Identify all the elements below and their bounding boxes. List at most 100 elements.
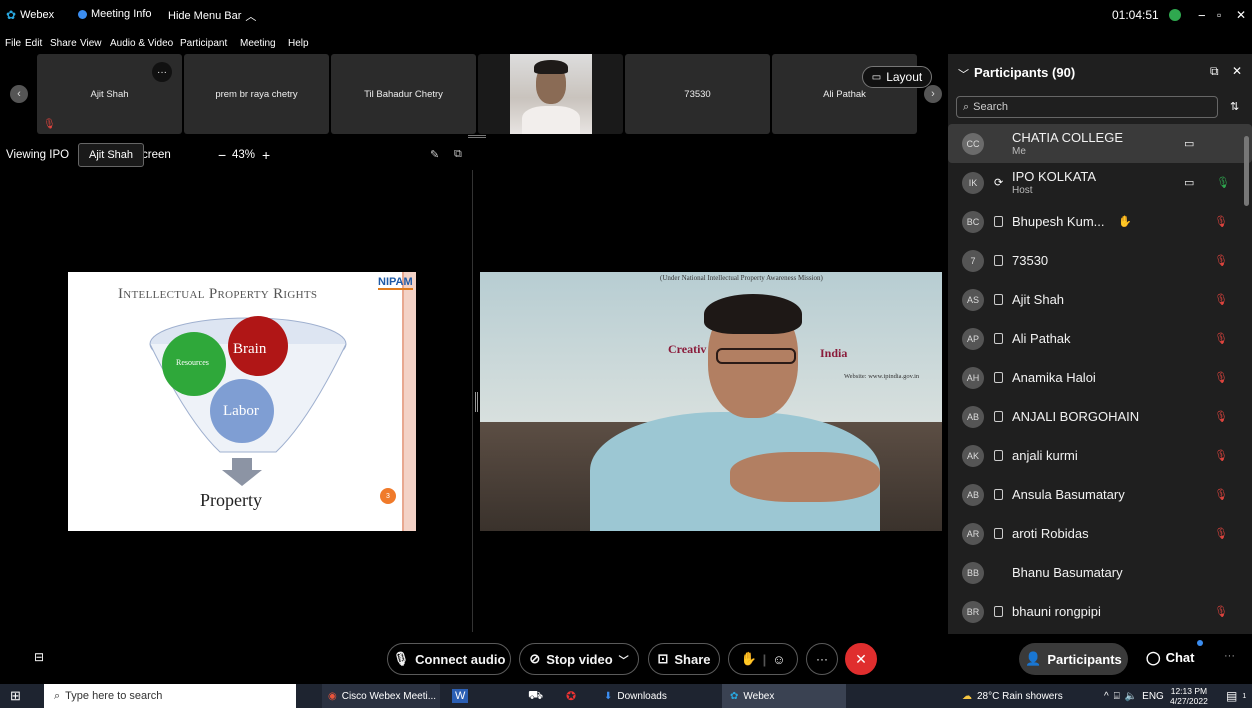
- chat-button[interactable]: ◯ Chat: [1146, 650, 1194, 666]
- meeting-info-button[interactable]: Meeting Info: [78, 8, 152, 20]
- participant-row[interactable]: BR bhauni rongpipi 🎙: [948, 592, 1252, 631]
- windows-taskbar: ⊞ ⌕ Type here to search ◉ Cisco Webex Me…: [0, 684, 1252, 708]
- device-icon: [994, 606, 1003, 617]
- connect-audio-button[interactable]: 🎙 Connect audio: [387, 643, 511, 675]
- reactions-icon[interactable]: ☺: [772, 652, 785, 667]
- app-icon[interactable]: ⛟: [528, 684, 543, 708]
- participant-thumbnail[interactable]: Til Bahadur Chetry: [331, 54, 476, 134]
- video-banner-website: Website: www.ipindia.gov.in: [844, 373, 920, 380]
- participant-thumbnail[interactable]: 73530: [625, 54, 770, 134]
- viewing-label: Viewing IPO: [6, 149, 70, 161]
- more-options-button[interactable]: ···: [806, 643, 838, 675]
- popout-icon[interactable]: ⧉: [454, 148, 462, 161]
- participant-thumbnail[interactable]: Ajit Shah ··· 🎙: [37, 54, 182, 134]
- menu-file[interactable]: File: [5, 38, 21, 49]
- active-speaker-video[interactable]: (Under National Intellectual Property Aw…: [480, 272, 942, 531]
- meeting-clock: 01:04:51: [1112, 8, 1181, 22]
- taskbar-webex-meeting[interactable]: ◉ Cisco Webex Meeti...: [322, 684, 440, 708]
- menu-share[interactable]: Share: [50, 38, 77, 49]
- participant-row[interactable]: AK anjali kurmi 🎙: [948, 436, 1252, 475]
- menu-participant[interactable]: Participant: [180, 38, 227, 49]
- panel-scrollbar[interactable]: [1244, 136, 1249, 206]
- participant-row[interactable]: 7 73530 🎙: [948, 241, 1252, 280]
- menu-audio-video[interactable]: Audio & Video: [110, 38, 173, 49]
- captions-icon[interactable]: ⊟: [34, 650, 44, 664]
- zoom-out-button[interactable]: −: [218, 147, 226, 163]
- minimize-button[interactable]: −: [1198, 8, 1206, 23]
- layout-icon: ▭: [871, 71, 882, 83]
- taskbar-webex[interactable]: ✿ Webex: [722, 684, 846, 708]
- nipam-logo: NIPAM: [378, 276, 413, 290]
- sort-icon[interactable]: ⇅: [1230, 100, 1239, 113]
- video-speaker-hands: [730, 452, 880, 502]
- share-button[interactable]: ⊡ Share: [648, 643, 720, 675]
- menu-meeting[interactable]: Meeting: [240, 38, 276, 49]
- reactions-group: ✋ | ☺: [728, 643, 798, 675]
- hide-menu-bar-button[interactable]: Hide Menu Bar ︿: [168, 8, 256, 24]
- taskbar-clock[interactable]: 12:13 PM 4/27/2022: [1170, 684, 1208, 708]
- chevron-down-icon[interactable]: ﹀: [619, 652, 629, 667]
- scroll-left-button[interactable]: ‹: [10, 85, 28, 103]
- participant-row[interactable]: AB ANJALI BORGOHAIN 🎙: [948, 397, 1252, 436]
- weather-widget[interactable]: ☁ 28°C Rain showers: [962, 684, 1063, 708]
- menu-bar: File Edit Share View Audio & Video Parti…: [0, 36, 950, 52]
- info-icon: [78, 9, 87, 19]
- active-mic-icon: 🎙: [1216, 177, 1230, 189]
- participant-thumbnail[interactable]: prem br raya chetry: [184, 54, 329, 134]
- end-meeting-button[interactable]: ✕: [845, 643, 877, 675]
- panel-close-icon[interactable]: ✕: [1232, 64, 1242, 78]
- restore-button[interactable]: ▫: [1217, 8, 1221, 22]
- close-window-button[interactable]: ✕: [1236, 8, 1246, 22]
- participant-row[interactable]: AB Ansula Basumatary 🎙: [948, 475, 1252, 514]
- device-icon: [994, 255, 1003, 266]
- annotate-icon[interactable]: ✎: [430, 148, 439, 161]
- zoom-in-button[interactable]: +: [262, 147, 270, 163]
- participant-row[interactable]: AH Anamika Haloi 🎙: [948, 358, 1252, 397]
- participant-row[interactable]: AR aroti Robidas 🎙: [948, 514, 1252, 553]
- notification-icon: ▤: [1226, 689, 1238, 703]
- participant-row[interactable]: AP Ali Pathak 🎙: [948, 319, 1252, 358]
- chat-unread-dot: [1197, 640, 1203, 646]
- panel-collapse-icon[interactable]: ﹀: [958, 66, 969, 82]
- participant-row[interactable]: BB Bhanu Basumatary: [948, 553, 1252, 592]
- participant-row[interactable]: BC Bhupesh Kum... ✋ 🎙: [948, 202, 1252, 241]
- participants-button[interactable]: 👤 Participants: [1019, 643, 1128, 675]
- raise-hand-icon[interactable]: ✋: [740, 651, 756, 667]
- video-off-icon: ⊘: [529, 651, 541, 666]
- participant-row[interactable]: IK ⟳ IPO KOLKATA Host ▭ 🎙: [948, 163, 1252, 202]
- windows-start-icon[interactable]: ⊞: [10, 684, 21, 708]
- word-icon[interactable]: W: [452, 684, 469, 708]
- scroll-right-button[interactable]: ›: [924, 85, 942, 103]
- taskbar-search-input[interactable]: ⌕ Type here to search: [44, 684, 296, 708]
- resize-handle[interactable]: [468, 135, 486, 138]
- app-icon[interactable]: ✪: [566, 684, 576, 708]
- slide-number-badge: 3: [380, 488, 396, 504]
- taskbar-downloads[interactable]: ⬇ Downloads: [604, 684, 667, 708]
- more-options-icon[interactable]: ···: [152, 62, 172, 82]
- stop-video-button[interactable]: ⊘ Stop video ﹀: [519, 643, 639, 675]
- shared-slide: Intellectual Property Rights NIPAM Brain…: [68, 272, 416, 531]
- split-handle[interactable]: [475, 392, 478, 412]
- muted-mic-icon: 🎙: [1214, 372, 1228, 384]
- tray-icons[interactable]: ^ ⌸ 🔈 ENG: [1104, 684, 1164, 708]
- network-icon: ⌸: [1113, 690, 1120, 702]
- menu-view[interactable]: View: [80, 38, 102, 49]
- menu-edit[interactable]: Edit: [25, 38, 42, 49]
- notification-center-icon[interactable]: ▤ 1: [1226, 684, 1246, 708]
- participant-row[interactable]: AS Ajit Shah 🎙: [948, 280, 1252, 319]
- participant-row[interactable]: CC CHATIA COLLEGE Me ▭: [948, 124, 1252, 163]
- menu-help[interactable]: Help: [288, 38, 309, 49]
- video-banner-text: (Under National Intellectual Property Aw…: [660, 274, 823, 282]
- participant-search-input[interactable]: ⌕ Search: [956, 96, 1218, 118]
- overflow-menu-button[interactable]: ···: [1224, 650, 1235, 662]
- device-icon: [994, 528, 1003, 539]
- panel-popout-icon[interactable]: ⧉: [1210, 64, 1219, 79]
- participant-video-thumbnail[interactable]: [478, 54, 623, 134]
- layout-button[interactable]: ▭ Layout: [862, 66, 932, 88]
- muted-mic-icon: 🎙: [1214, 450, 1228, 462]
- muted-mic-icon: 🎙: [1214, 294, 1228, 306]
- status-dot-icon: [1168, 9, 1181, 21]
- device-icon: [994, 489, 1003, 500]
- microphone-icon: 🎙: [392, 651, 410, 666]
- split-divider[interactable]: [472, 170, 473, 632]
